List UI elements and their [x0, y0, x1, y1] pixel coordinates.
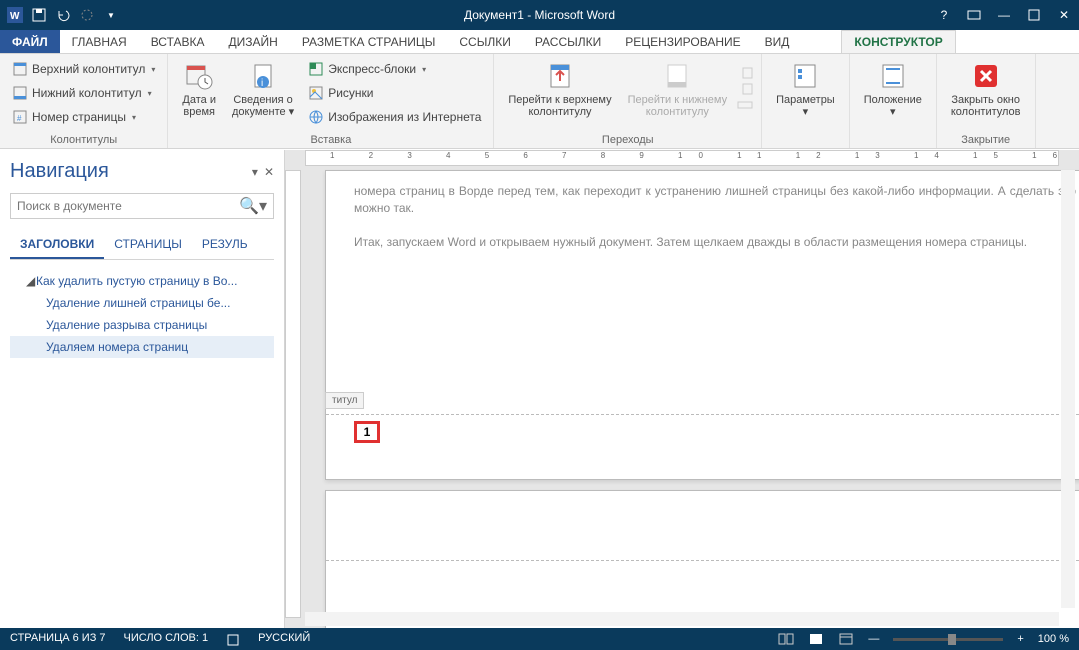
nav-close-icon[interactable]: ✕	[264, 165, 274, 179]
tab-mailings[interactable]: РАССЫЛКИ	[523, 30, 613, 53]
tab-review[interactable]: РЕЦЕНЗИРОВАНИЕ	[613, 30, 752, 53]
tree-item-1[interactable]: Удаление лишней страницы бе...	[10, 292, 274, 314]
view-read-icon[interactable]	[778, 632, 794, 646]
link-previous-icon	[737, 99, 753, 111]
zoom-out-icon[interactable]: —	[868, 633, 879, 645]
search-icon[interactable]: 🔍	[239, 196, 259, 216]
view-web-icon[interactable]	[838, 632, 854, 646]
vertical-scrollbar[interactable]	[1061, 170, 1075, 608]
tab-home[interactable]: ГЛАВНАЯ	[60, 30, 139, 53]
footer-area[interactable]: 1	[326, 414, 1079, 479]
page-number-button[interactable]: #Номер страницы▾	[8, 106, 159, 128]
position-icon	[877, 60, 909, 92]
close-icon[interactable]: ✕	[1049, 0, 1079, 30]
document-info-icon: i	[247, 60, 279, 92]
status-language[interactable]: РУССКИЙ	[258, 632, 310, 646]
doc-info-button[interactable]: i Сведения одокументе ▾	[226, 58, 300, 128]
tree-root[interactable]: ◢Как удалить пустую страницу в Во...	[10, 270, 274, 292]
redo-icon[interactable]	[76, 4, 98, 26]
maximize-icon[interactable]	[1019, 0, 1049, 30]
online-pictures-button[interactable]: Изображения из Интернета	[304, 106, 485, 128]
nav-dropdown-icon[interactable]: ▾	[252, 165, 258, 179]
date-time-button[interactable]: Дата ивремя	[176, 58, 222, 128]
tab-references[interactable]: ССЫЛКИ	[447, 30, 522, 53]
svg-text:i: i	[261, 78, 263, 89]
goto-header-button[interactable]: Перейти к верхнемуколонтитулу	[502, 58, 617, 120]
qat-customize-icon[interactable]: ▼	[100, 4, 122, 26]
zoom-slider[interactable]	[893, 638, 1003, 641]
horizontal-scrollbar[interactable]	[305, 612, 1059, 626]
horizontal-ruler[interactable]	[305, 150, 1059, 166]
group-close-label: Закрытие	[945, 132, 1027, 146]
body-text: номера страниц в Ворде перед тем, как пе…	[326, 171, 1079, 263]
prev-section-icon	[737, 67, 753, 79]
undo-icon[interactable]	[52, 4, 74, 26]
pictures-button[interactable]: Рисунки	[304, 82, 485, 104]
goto-header-icon	[544, 60, 576, 92]
document-page[interactable]: номера страниц в Ворде перед тем, как пе…	[325, 170, 1079, 480]
save-icon[interactable]	[28, 4, 50, 26]
goto-footer-button: Перейти к нижнемуколонтитулу	[622, 58, 733, 120]
footer-button[interactable]: Нижний колонтитул▾	[8, 82, 159, 104]
group-vstavka-label: Вставка	[176, 132, 485, 146]
help-icon[interactable]: ?	[929, 0, 959, 30]
minimize-icon[interactable]: —	[989, 0, 1019, 30]
ribbon-display-icon[interactable]	[959, 0, 989, 30]
next-section-icon	[737, 83, 753, 95]
group-kolontituly-label: Колонтитулы	[8, 132, 159, 146]
calendar-clock-icon	[183, 60, 215, 92]
search-input[interactable]	[17, 199, 239, 213]
goto-footer-icon	[661, 60, 693, 92]
zoom-level[interactable]: 100 %	[1038, 633, 1069, 645]
vertical-ruler[interactable]	[285, 170, 301, 618]
close-x-icon	[970, 60, 1002, 92]
quick-parts-button[interactable]: Экспресс-блоки▾	[304, 58, 485, 80]
status-page[interactable]: СТРАНИЦА 6 ИЗ 7	[10, 632, 106, 646]
view-print-icon[interactable]	[808, 632, 824, 646]
options-icon	[789, 60, 821, 92]
footer-tag[interactable]: титул	[325, 392, 364, 409]
header-area[interactable]	[326, 491, 1079, 561]
tree-item-3[interactable]: Удаляем номера страниц	[10, 336, 274, 358]
tab-insert[interactable]: ВСТАВКА	[139, 30, 217, 53]
document-page-next[interactable]	[325, 490, 1079, 628]
tree-item-2[interactable]: Удаление разрыва страницы	[10, 314, 274, 336]
header-button[interactable]: Верхний колонтитул▾	[8, 58, 159, 80]
close-header-footer-button[interactable]: Закрыть окноколонтитулов	[945, 58, 1027, 120]
position-button[interactable]: Положение▾	[858, 58, 928, 120]
navigation-pane: Навигация ▾ ✕ 🔍▾ ЗАГОЛОВКИ СТРАНИЦЫ РЕЗУ…	[0, 150, 285, 628]
tab-layout[interactable]: РАЗМЕТКА СТРАНИЦЫ	[290, 30, 448, 53]
tab-file[interactable]: ФАЙЛ	[0, 30, 60, 53]
word-app-icon[interactable]: W	[4, 4, 26, 26]
status-proofing-icon[interactable]	[226, 632, 240, 646]
group-perehody-label: Переходы	[502, 132, 753, 146]
svg-text:#: #	[17, 114, 22, 123]
document-area[interactable]: номера страниц в Ворде перед тем, как пе…	[285, 150, 1079, 628]
nav-tab-pages[interactable]: СТРАНИЦЫ	[104, 231, 192, 259]
tab-constructor[interactable]: КОНСТРУКТОР	[841, 30, 955, 53]
zoom-in-icon[interactable]: +	[1017, 633, 1023, 645]
tab-view[interactable]: ВИД	[753, 30, 802, 53]
nav-tab-headings[interactable]: ЗАГОЛОВКИ	[10, 231, 104, 259]
tab-design[interactable]: ДИЗАЙН	[217, 30, 290, 53]
parameters-button[interactable]: Параметры▾	[770, 58, 841, 120]
window-title: Документ1 - Microsoft Word	[464, 8, 615, 22]
page-number-highlight[interactable]: 1	[354, 421, 380, 443]
nav-title: Навигация	[10, 160, 109, 183]
nav-tab-results[interactable]: РЕЗУЛЬ	[192, 231, 258, 259]
status-words[interactable]: ЧИСЛО СЛОВ: 1	[124, 632, 209, 646]
nav-search[interactable]: 🔍▾	[10, 193, 274, 219]
svg-text:W: W	[10, 11, 20, 22]
